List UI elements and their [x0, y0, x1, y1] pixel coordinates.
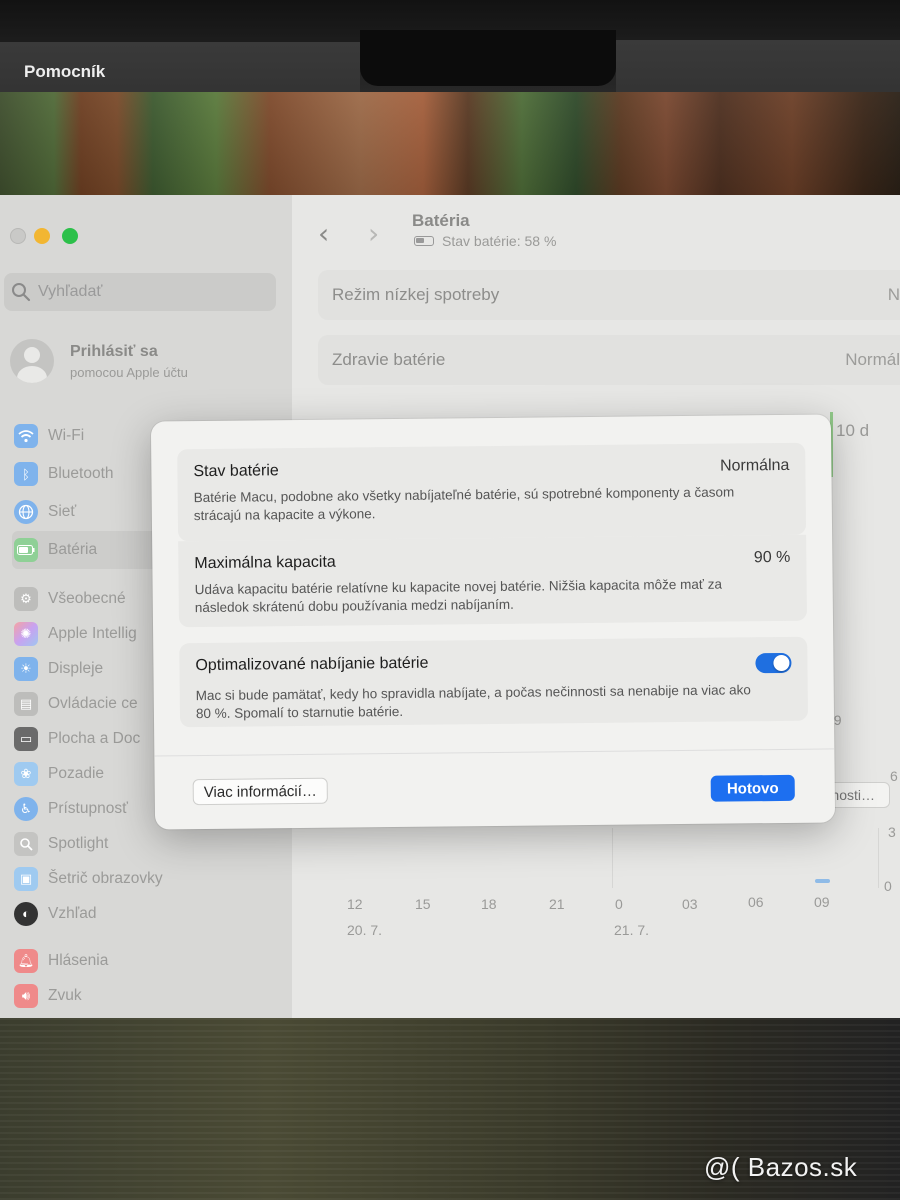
chart-x-tick: 12 — [347, 896, 363, 912]
battery-health-row[interactable]: Zdravie batérie Normál — [318, 335, 900, 385]
minimize-window-button[interactable] — [34, 228, 50, 244]
magnifier-icon — [14, 831, 38, 856]
sidebar-item-label: Všeobecné — [48, 589, 126, 607]
forward-arrow-icon[interactable]: › — [368, 217, 379, 250]
account-title: Prihlásiť sa — [70, 342, 158, 360]
sidebar-item-label: Plocha a Doc — [48, 729, 141, 747]
account-subtitle: pomocou Apple účtu — [70, 364, 188, 380]
usage-bar — [815, 879, 830, 883]
battery-icon — [14, 538, 38, 562]
speaker-icon: 🔊︎ — [14, 983, 38, 1008]
search-icon — [12, 283, 31, 302]
chart-gridline — [612, 828, 613, 888]
wifi-icon — [14, 424, 38, 448]
card-value: 90 % — [753, 548, 791, 567]
camera-notch — [360, 30, 616, 86]
zoom-window-button[interactable] — [62, 228, 78, 244]
sidebar-item-label: Sieť — [48, 503, 77, 520]
search-input[interactable] — [38, 283, 258, 301]
sidebar-item-label: Wi-Fi — [48, 427, 85, 444]
screensaver-icon: ▣ — [14, 866, 38, 891]
chart-x-tick: 03 — [682, 896, 698, 912]
battery-level-icon — [414, 236, 434, 246]
appearance-icon: ◐ — [14, 901, 38, 926]
chart-y-tick: 3 — [888, 824, 896, 840]
sidebar-item-label: Pozadie — [48, 764, 105, 782]
optimized-charging-card: Optimalizované nabíjanie batérie Mac si … — [179, 636, 809, 728]
back-arrow-icon[interactable]: ‹ — [318, 217, 329, 250]
bluetooth-icon: ᛒ — [14, 462, 38, 486]
gear-icon: ⚙ — [14, 586, 38, 611]
battery-status-text: Stav batérie: 58 % — [442, 233, 557, 249]
sun-icon: ☀ — [14, 656, 38, 681]
card-description: Udáva kapacitu batérie relatívne ku kapa… — [194, 576, 723, 616]
row-label: Režim nízkej spotreby — [332, 285, 500, 304]
control-center-icon: ▤ — [14, 691, 38, 716]
card-title: Optimalizované nabíjanie batérie — [195, 654, 429, 675]
menu-bar-app-name[interactable]: Pomocník — [24, 62, 105, 82]
sidebar-search[interactable] — [4, 273, 276, 311]
chart-date-label: 20. 7. — [347, 922, 383, 938]
chart-x-tick: 21 — [549, 896, 565, 912]
apple-account-signin[interactable]: Prihlásiť sa pomocou Apple účtu — [10, 335, 280, 387]
sidebar-item-screensaver[interactable]: ▣ Šetrič obrazovky — [12, 861, 292, 896]
sidebar-item-appearance[interactable]: ◐ Vzhľad — [12, 896, 292, 931]
more-info-button[interactable]: Viac informácií… — [192, 777, 328, 806]
row-label: Zdravie batérie — [332, 350, 446, 369]
chart-x-tick: 18 — [481, 896, 497, 912]
sidebar-item-label: Apple Intellig — [48, 624, 137, 642]
flower-icon: ❀ — [14, 761, 38, 786]
card-title: Maximálna kapacita — [194, 553, 336, 573]
optimized-charging-toggle[interactable] — [755, 652, 792, 674]
low-power-mode-row[interactable]: Režim nízkej spotreby N — [318, 270, 900, 320]
row-value: N — [887, 285, 900, 304]
row-value: Normál — [845, 350, 900, 369]
chart-y-tick: 0 — [884, 878, 892, 894]
sidebar-item-label: Spotlight — [48, 834, 109, 852]
accessibility-icon: ♿ — [14, 796, 38, 821]
sidebar-item-spotlight[interactable]: Spotlight — [12, 826, 292, 861]
sidebar-item-label: Zvuk — [48, 986, 82, 1004]
avatar — [10, 339, 54, 383]
sidebar-item-label: Vzhľad — [48, 904, 97, 922]
wallpaper-shade — [0, 92, 900, 202]
dock-icon: ▭ — [14, 726, 38, 751]
sidebar-item-label: Bluetooth — [48, 465, 114, 482]
chart-y-tick: 6 — [890, 768, 898, 784]
menu-bar-right — [616, 40, 900, 98]
card-description: Mac si bude pamätať, kedy ho spravidla n… — [195, 682, 751, 722]
card-title: Stav batérie — [193, 462, 279, 481]
battery-condition-card: Stav batérie Normálna Batérie Macu, podo… — [177, 442, 807, 542]
chart-x-tick: 06 — [748, 894, 764, 910]
chart-date-label: 21. 7. — [614, 922, 650, 938]
sidebar-item-label: Šetrič obrazovky — [48, 869, 163, 887]
sheet-divider — [154, 748, 835, 757]
sidebar-item-label: Batéria — [48, 541, 98, 558]
globe-icon — [14, 500, 38, 524]
maximum-capacity-card: Maximálna kapacita 90 % Udáva kapacitu b… — [178, 534, 808, 628]
sidebar-item-label: Hlásenia — [48, 951, 109, 969]
bell-icon: 🔔︎ — [14, 948, 38, 973]
chart-x-tick: 15 — [415, 896, 431, 912]
card-description: Batérie Macu, podobne ako všetky nabíjat… — [193, 484, 735, 524]
sidebar-item-label: Prístupnosť — [48, 799, 128, 817]
done-button[interactable]: Hotovo — [710, 774, 795, 802]
chart-x-tick: 09 — [814, 894, 830, 910]
close-window-button[interactable] — [10, 228, 26, 244]
chart-x-tick: 0 — [615, 896, 623, 912]
partial-value: 10 d — [836, 421, 870, 440]
page-title: Batéria — [412, 211, 470, 230]
watermark: @( Bazos.sk — [704, 1152, 858, 1182]
sidebar-item-sound[interactable]: 🔊︎ Zvuk — [12, 978, 292, 1013]
sparkle-icon: ✺ — [14, 621, 38, 646]
card-value: Normálna — [719, 456, 790, 475]
sidebar-item-label: Displeje — [48, 659, 104, 677]
battery-health-sheet: Stav batérie Normálna Batérie Macu, podo… — [150, 414, 836, 830]
battery-status: Stav batérie: 58 % — [414, 233, 556, 249]
sidebar-item-notifications[interactable]: 🔔︎ Hlásenia — [12, 943, 292, 978]
chart-gridline — [878, 828, 879, 888]
sidebar-item-label: Ovládacie ce — [48, 694, 138, 712]
